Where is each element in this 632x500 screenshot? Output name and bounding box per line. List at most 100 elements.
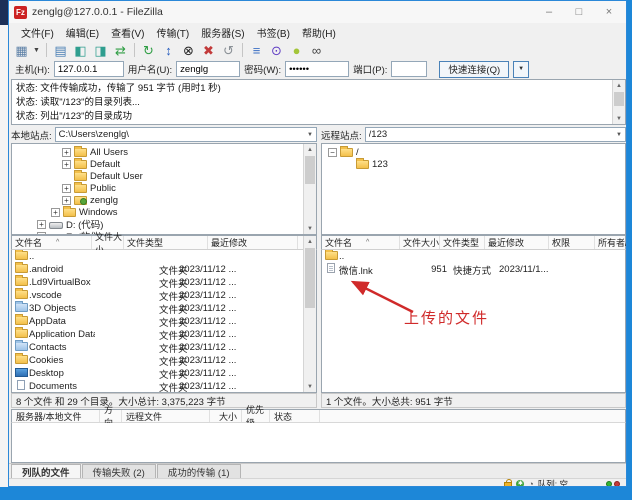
- process-queue-icon[interactable]: ↕: [160, 42, 177, 58]
- column-header-modified[interactable]: 最近修改: [485, 236, 549, 249]
- menu-bookmarks[interactable]: 书签(B): [251, 23, 296, 42]
- file-row[interactable]: .android文件夹2023/11/12 ...: [12, 263, 316, 276]
- tab-queued-files[interactable]: 列队的文件: [11, 464, 81, 478]
- tree-item[interactable]: +All Users: [12, 146, 316, 158]
- scroll-down-icon[interactable]: ▼: [304, 223, 316, 234]
- scroll-up-icon[interactable]: ▲: [304, 236, 316, 247]
- expand-icon[interactable]: +: [62, 148, 71, 157]
- tree-item[interactable]: −/: [322, 146, 625, 158]
- scroll-up-icon[interactable]: ▲: [613, 80, 625, 91]
- local-tree-scrollbar[interactable]: ▲ ▼: [303, 144, 316, 234]
- menu-edit[interactable]: 编辑(E): [60, 23, 105, 42]
- refresh-icon[interactable]: ↻: [140, 42, 157, 58]
- site-manager-icon[interactable]: ▦: [13, 42, 30, 58]
- file-row[interactable]: 3D Objects文件夹2023/11/12 ...: [12, 302, 316, 315]
- chevron-down-icon[interactable]: ▼: [307, 132, 313, 138]
- expand-icon[interactable]: +: [51, 208, 60, 217]
- scroll-up-icon[interactable]: ▲: [304, 144, 316, 155]
- column-header-size[interactable]: 文件大小: [400, 236, 440, 249]
- menu-help[interactable]: 帮助(H): [296, 23, 342, 42]
- tree-item[interactable]: Default User: [12, 170, 316, 182]
- file-row[interactable]: .Ld9VirtualBox文件夹2023/11/12 ...: [12, 276, 316, 289]
- expand-icon[interactable]: +: [37, 220, 46, 229]
- queue-column-direction[interactable]: 方向: [100, 410, 122, 422]
- upload-annotation-text: 上传的文件: [404, 307, 489, 328]
- sync-browsing-icon[interactable]: ●: [288, 42, 305, 58]
- tree-item[interactable]: +Windows: [12, 206, 316, 218]
- title-bar[interactable]: Fz zenglg@127.0.0.1 - FileZilla – □ ×: [9, 1, 626, 23]
- column-header-name[interactable]: 文件名^: [12, 236, 92, 249]
- file-row[interactable]: ..: [322, 250, 625, 263]
- log-scrollbar[interactable]: ▲ ▼: [612, 80, 625, 124]
- expand-icon[interactable]: [62, 172, 71, 181]
- file-row[interactable]: Documents文件夹2023/11/12 ...: [12, 380, 316, 393]
- expand-icon[interactable]: +: [62, 196, 71, 205]
- column-header-owner[interactable]: 所有者/组: [595, 236, 627, 249]
- username-input[interactable]: [176, 61, 240, 77]
- find-icon[interactable]: ∞: [308, 42, 325, 58]
- tree-item[interactable]: +Public: [12, 182, 316, 194]
- scroll-down-icon[interactable]: ▼: [613, 113, 625, 124]
- column-header-size[interactable]: 文件大小: [92, 236, 124, 249]
- collapse-icon[interactable]: −: [328, 148, 337, 157]
- queue-column-server[interactable]: 服务器/本地文件: [12, 410, 100, 422]
- file-row[interactable]: Contacts文件夹2023/11/12 ...: [12, 341, 316, 354]
- column-header-type[interactable]: 文件类型: [124, 236, 208, 249]
- toggle-local-tree-icon[interactable]: ◧: [72, 42, 89, 58]
- queue-column-status[interactable]: 状态: [270, 410, 320, 422]
- file-row[interactable]: Desktop文件夹2023/11/12 ...: [12, 367, 316, 380]
- toggle-log-icon[interactable]: ▤: [52, 42, 69, 58]
- remote-site-combo[interactable]: /123 ▼: [365, 127, 626, 142]
- file-row[interactable]: ..: [12, 250, 316, 263]
- queue-column-priority[interactable]: 优先级: [242, 410, 270, 422]
- tree-item[interactable]: +D: (代码): [12, 218, 316, 230]
- chevron-down-icon[interactable]: ▼: [616, 132, 622, 138]
- cancel-icon[interactable]: ⊗: [180, 42, 197, 58]
- column-header-permissions[interactable]: 权限: [549, 236, 595, 249]
- scrollbar-thumb[interactable]: [305, 248, 315, 308]
- port-input[interactable]: [391, 61, 427, 77]
- maximize-button[interactable]: □: [564, 1, 594, 23]
- status-line: 状态: 读取"/123"的目录列表...: [16, 96, 611, 110]
- disconnect-icon[interactable]: ✖: [200, 42, 217, 58]
- site-manager-dropdown-icon[interactable]: ▼: [33, 47, 41, 54]
- menu-file[interactable]: 文件(F): [15, 23, 60, 42]
- local-site-combo[interactable]: C:\Users\zenglg\ ▼: [55, 127, 317, 142]
- menu-transfer[interactable]: 传输(T): [150, 23, 195, 42]
- host-input[interactable]: [54, 61, 124, 77]
- tab-failed-transfers[interactable]: 传输失败 (2): [82, 464, 156, 478]
- scroll-down-icon[interactable]: ▼: [304, 381, 316, 392]
- file-row[interactable]: .vscode文件夹2023/11/12 ...: [12, 289, 316, 302]
- reconnect-icon[interactable]: ↺: [220, 42, 237, 58]
- file-row[interactable]: Application Data文件夹2023/11/12 ...: [12, 328, 316, 341]
- minimize-button[interactable]: –: [534, 1, 564, 23]
- file-row[interactable]: 微信.lnk951快捷方式2023/11/1...: [322, 263, 625, 276]
- toggle-queue-icon[interactable]: ⇄: [112, 42, 129, 58]
- queue-column-size[interactable]: 大小: [210, 410, 242, 422]
- expand-icon[interactable]: [344, 160, 353, 169]
- tree-item[interactable]: +Default: [12, 158, 316, 170]
- password-input[interactable]: [285, 61, 349, 77]
- local-list-scrollbar[interactable]: ▲ ▼: [303, 236, 316, 392]
- column-header-name[interactable]: 文件名^: [322, 236, 400, 249]
- tab-successful-transfers[interactable]: 成功的传输 (1): [157, 464, 241, 478]
- menu-view[interactable]: 查看(V): [105, 23, 150, 42]
- close-button[interactable]: ×: [594, 1, 624, 23]
- column-header-type[interactable]: 文件类型: [440, 236, 485, 249]
- file-row[interactable]: Cookies文件夹2023/11/12 ...: [12, 354, 316, 367]
- quickconnect-button[interactable]: 快速连接(Q): [439, 61, 509, 78]
- queue-column-remote-file[interactable]: 远程文件: [122, 410, 210, 422]
- scrollbar-thumb[interactable]: [305, 156, 315, 184]
- expand-icon[interactable]: +: [62, 184, 71, 193]
- tree-item[interactable]: +zenglg: [12, 194, 316, 206]
- tree-item[interactable]: 123: [322, 158, 625, 170]
- toggle-remote-tree-icon[interactable]: ◨: [92, 42, 109, 58]
- column-header-modified[interactable]: 最近修改: [208, 236, 298, 249]
- quickconnect-dropdown-icon[interactable]: ▼: [513, 61, 529, 78]
- compare-icon[interactable]: ⊙: [268, 42, 285, 58]
- scrollbar-thumb[interactable]: [614, 92, 624, 106]
- menu-server[interactable]: 服务器(S): [195, 23, 250, 42]
- filter-icon[interactable]: ≡: [248, 42, 265, 58]
- file-row[interactable]: AppData文件夹2023/11/12 ...: [12, 315, 316, 328]
- expand-icon[interactable]: +: [62, 160, 71, 169]
